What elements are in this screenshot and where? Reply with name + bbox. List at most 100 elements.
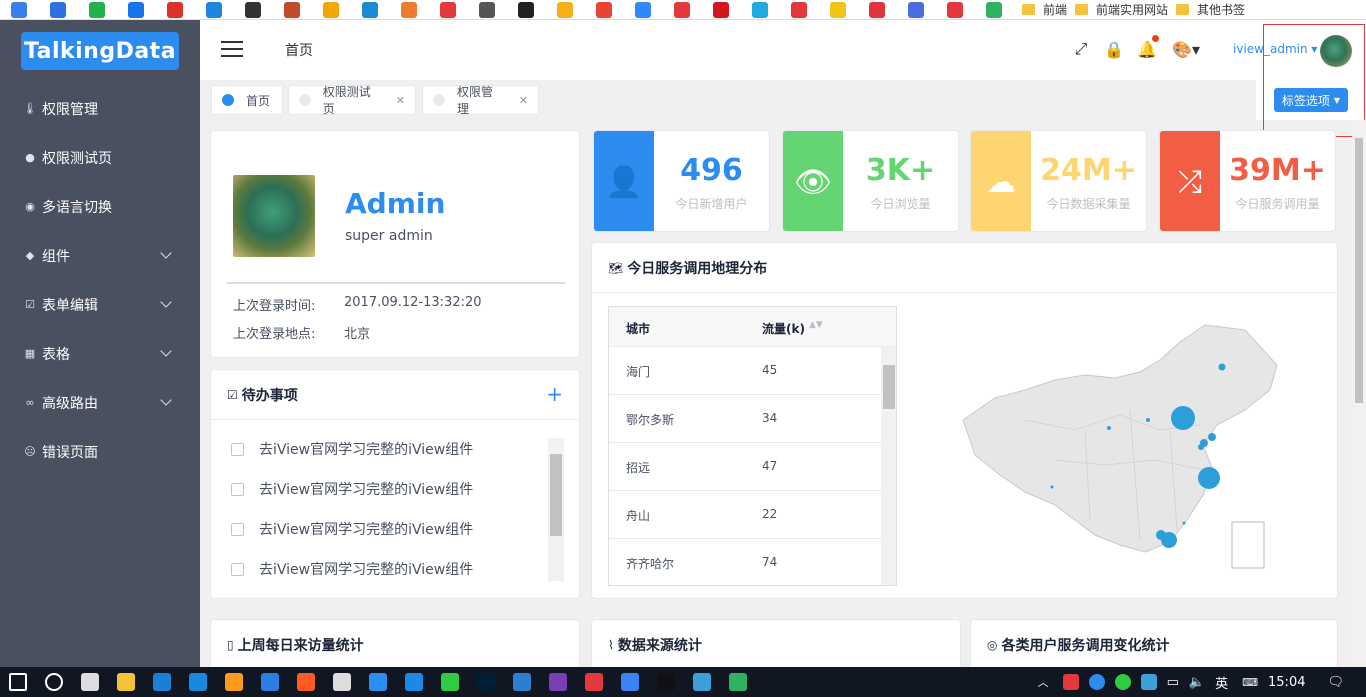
sidebar-item[interactable]: ◉ 多语言切换 bbox=[0, 182, 200, 231]
map-point[interactable] bbox=[1171, 406, 1195, 430]
bookmark-favicon-icon[interactable] bbox=[362, 1, 378, 18]
sidebar-item[interactable]: ☑ 表单编辑 bbox=[0, 280, 200, 329]
tag-permission-manage[interactable]: 权限管理 ✕ bbox=[422, 85, 539, 116]
tray-app-icon[interactable] bbox=[1088, 674, 1105, 690]
bookmark-favicon-icon[interactable] bbox=[440, 1, 456, 18]
map-point[interactable] bbox=[1198, 444, 1204, 450]
tray-app-icon[interactable] bbox=[1140, 674, 1157, 690]
todo-checkbox[interactable] bbox=[231, 562, 244, 576]
table-row[interactable]: 齐齐哈尔 74 bbox=[609, 539, 881, 585]
bookmark-favicon-icon[interactable] bbox=[908, 1, 924, 18]
bookmark-favicon-icon[interactable] bbox=[245, 1, 261, 18]
fullscreen-icon[interactable]: ⤢ bbox=[1072, 39, 1090, 58]
sort-icon[interactable]: ▲▼ bbox=[809, 320, 823, 330]
todo-item[interactable]: 去iView官网学习完整的iView组件 bbox=[231, 479, 473, 499]
table-scrollbar[interactable] bbox=[881, 347, 896, 585]
ime-indicator[interactable]: 英 bbox=[1215, 673, 1228, 692]
taskbar-app-icon[interactable] bbox=[261, 673, 279, 691]
todo-checkbox[interactable] bbox=[231, 482, 244, 496]
bookmark-favicon-icon[interactable] bbox=[752, 1, 768, 18]
cortana-icon[interactable] bbox=[45, 673, 63, 691]
bell-icon[interactable]: 🔔 bbox=[1137, 40, 1157, 59]
table-row[interactable]: 舟山 22 bbox=[609, 491, 881, 539]
breadcrumb[interactable]: 首页 bbox=[285, 40, 313, 60]
bookmark-favicon-icon[interactable] bbox=[869, 1, 885, 18]
sidebar-item[interactable]: ◆ 组件 bbox=[0, 231, 200, 280]
tray-app-icon[interactable] bbox=[1062, 674, 1079, 690]
input-icon[interactable]: ⌨ bbox=[1242, 676, 1258, 689]
taskbar-app-icon[interactable] bbox=[729, 673, 747, 691]
bookmark-favicon-icon[interactable] bbox=[323, 1, 339, 18]
windows-start-icon[interactable] bbox=[9, 673, 27, 691]
sidebar-item[interactable]: 🌡 权限管理 bbox=[0, 84, 200, 133]
taskbar-app-icon[interactable] bbox=[117, 673, 135, 691]
bookmark-favicon-icon[interactable] bbox=[518, 1, 534, 18]
close-icon[interactable]: ✕ bbox=[519, 94, 528, 107]
bookmark-favicon-icon[interactable] bbox=[50, 1, 66, 18]
taskbar-app-icon[interactable] bbox=[549, 673, 567, 691]
bookmark-favicon-icon[interactable] bbox=[830, 1, 846, 18]
table-row[interactable]: 海门 45 bbox=[609, 347, 881, 395]
taskbar-app-icon[interactable] bbox=[585, 673, 603, 691]
map-point[interactable] bbox=[1156, 530, 1166, 540]
bookmark-favicon-icon[interactable] bbox=[401, 1, 417, 18]
col-flow[interactable]: 流量(k) bbox=[762, 320, 805, 337]
bookmark-favicon-icon[interactable] bbox=[167, 1, 183, 18]
taskbar-app-icon[interactable] bbox=[405, 673, 423, 691]
bookmark-favicon-icon[interactable] bbox=[284, 1, 300, 18]
bookmark-folder[interactable]: 其他书签 bbox=[1176, 1, 1245, 18]
logo[interactable]: TalkingData bbox=[21, 32, 179, 70]
tray-wechat-icon[interactable] bbox=[1114, 674, 1131, 690]
taskbar-app-icon[interactable] bbox=[297, 673, 315, 691]
table-row[interactable]: 鄂尔多斯 34 bbox=[609, 395, 881, 443]
tag-options-button[interactable]: 标签选项 ▼ bbox=[1274, 88, 1348, 112]
menu-toggle-icon[interactable] bbox=[221, 41, 243, 57]
sidebar-item[interactable]: ▦ 表格 bbox=[0, 329, 200, 378]
tag-home[interactable]: 首页 bbox=[211, 85, 283, 115]
bookmark-favicon-icon[interactable] bbox=[557, 1, 573, 18]
todo-item[interactable]: 去iView官网学习完整的iView组件 bbox=[231, 559, 473, 579]
taskbar-app-icon[interactable] bbox=[513, 673, 531, 691]
lock-icon[interactable]: 🔒 bbox=[1104, 40, 1124, 59]
map-point[interactable] bbox=[1146, 418, 1150, 422]
bookmark-favicon-icon[interactable] bbox=[947, 1, 963, 18]
todo-item[interactable]: 去iView官网学习完整的iView组件 bbox=[231, 519, 473, 539]
sidebar-item[interactable]: ☹ 错误页面 bbox=[0, 427, 200, 476]
username-dropdown[interactable]: iview_admin ▾ bbox=[1233, 42, 1317, 56]
tray-up-icon[interactable]: ︿ bbox=[1038, 674, 1049, 690]
taskbar-app-icon[interactable] bbox=[189, 673, 207, 691]
map-point[interactable] bbox=[1218, 363, 1226, 371]
bookmark-favicon-icon[interactable] bbox=[986, 1, 1002, 18]
todo-checkbox[interactable] bbox=[231, 522, 244, 536]
bookmark-favicon-icon[interactable] bbox=[128, 1, 144, 18]
clock[interactable]: 15:04 bbox=[1268, 675, 1305, 690]
bookmark-favicon-icon[interactable] bbox=[713, 1, 729, 18]
notification-center-icon[interactable]: 🗨 bbox=[1327, 675, 1344, 690]
network-icon[interactable]: ▭ bbox=[1167, 675, 1179, 690]
map-point[interactable] bbox=[1182, 521, 1186, 525]
bookmark-favicon-icon[interactable] bbox=[791, 1, 807, 18]
bookmark-favicon-icon[interactable] bbox=[206, 1, 222, 18]
bookmark-favicon-icon[interactable] bbox=[89, 1, 105, 18]
close-icon[interactable]: ✕ bbox=[396, 94, 405, 107]
taskbar-app-icon[interactable] bbox=[693, 673, 711, 691]
bookmark-favicon-icon[interactable] bbox=[11, 1, 27, 18]
map-point[interactable] bbox=[1208, 433, 1216, 441]
taskbar-app-icon[interactable] bbox=[225, 673, 243, 691]
volume-icon[interactable]: 🔈 bbox=[1189, 675, 1205, 690]
taskbar-app-icon[interactable] bbox=[81, 673, 99, 691]
taskbar-app-icon[interactable] bbox=[153, 673, 171, 691]
tag-permission-test[interactable]: 权限测试页 ✕ bbox=[288, 85, 416, 116]
sidebar-item[interactable]: ∞ 高级路由 bbox=[0, 378, 200, 427]
table-row[interactable]: 招远 47 bbox=[609, 443, 881, 491]
bookmark-favicon-icon[interactable] bbox=[479, 1, 495, 18]
theme-icon[interactable]: 🎨▾ bbox=[1172, 40, 1200, 59]
taskbar-app-icon[interactable] bbox=[477, 673, 495, 691]
taskbar-app-icon[interactable] bbox=[369, 673, 387, 691]
todo-scrollbar[interactable] bbox=[548, 438, 564, 581]
bookmark-favicon-icon[interactable] bbox=[674, 1, 690, 18]
taskbar-app-icon[interactable] bbox=[621, 673, 639, 691]
page-scrollbar[interactable] bbox=[1352, 120, 1366, 667]
map-point[interactable] bbox=[1107, 426, 1111, 430]
add-todo-button[interactable]: + bbox=[546, 382, 563, 406]
